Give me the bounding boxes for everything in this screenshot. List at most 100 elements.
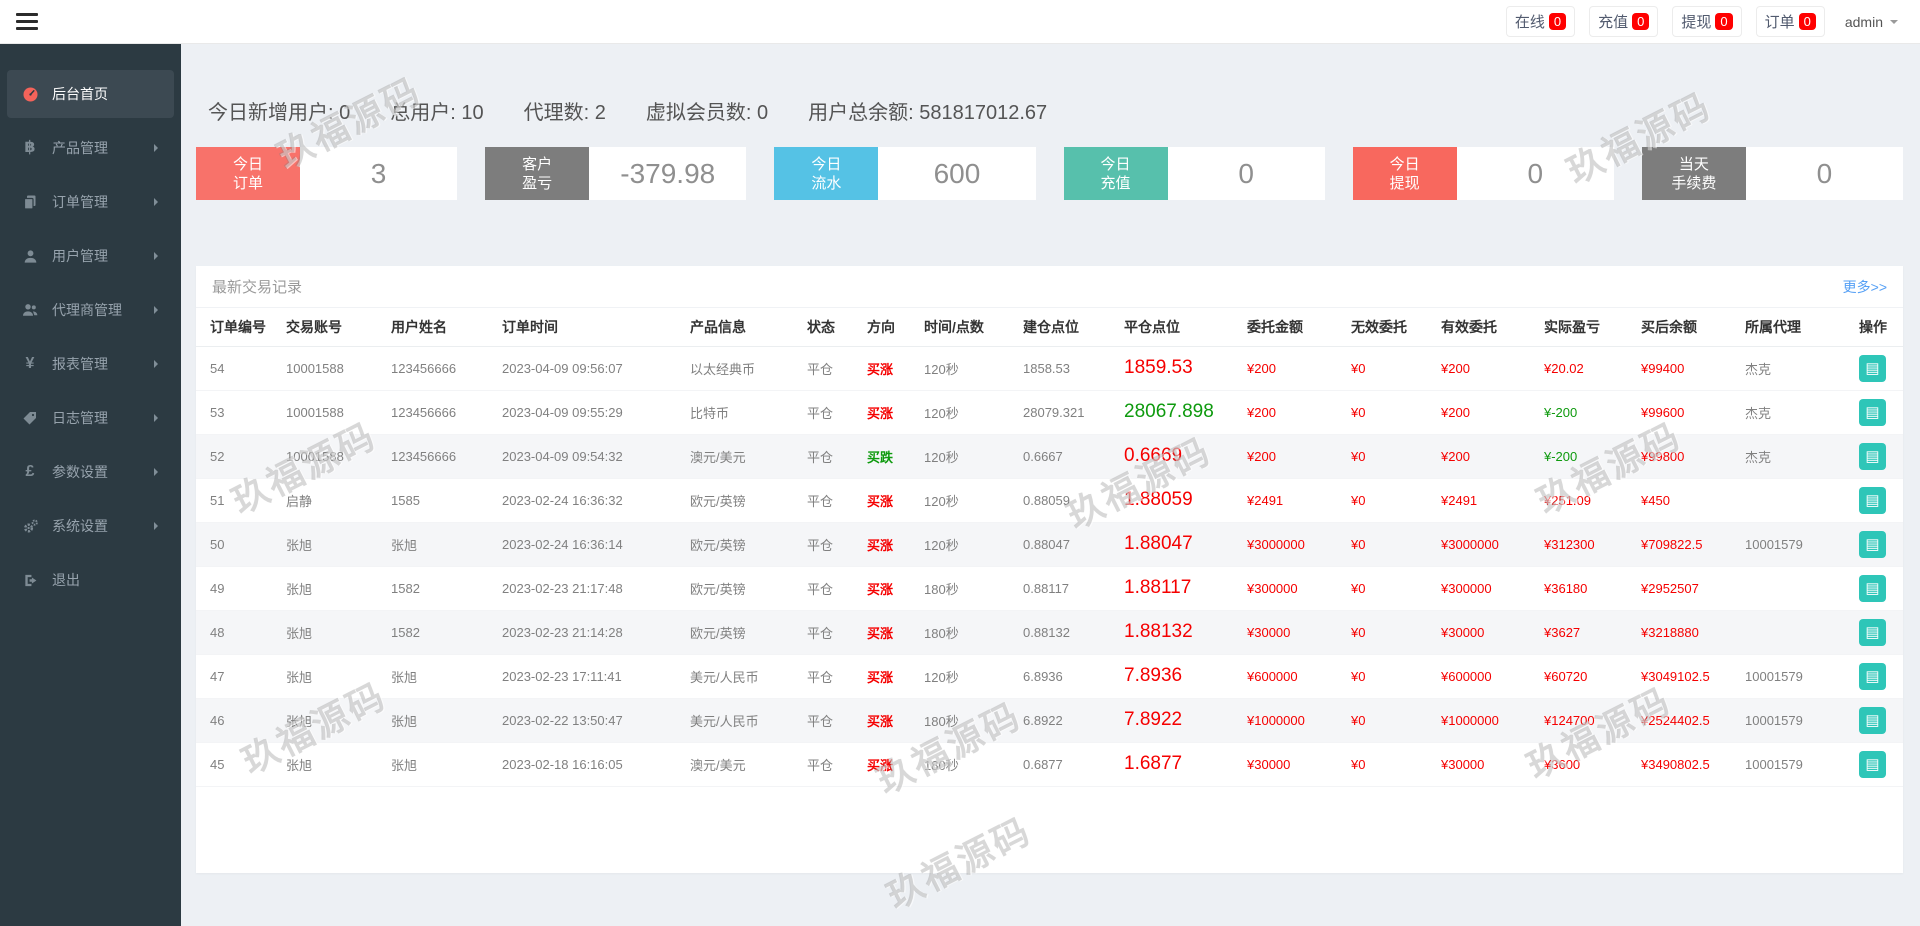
order-detail-button[interactable] <box>1859 442 1886 470</box>
cell-period: 120秒 <box>922 478 1021 523</box>
stat-value: 581817012.67 <box>919 102 1048 124</box>
order-detail-button[interactable] <box>1859 354 1886 382</box>
cell-user-name: 123456666 <box>389 346 500 391</box>
order-detail-button[interactable] <box>1859 662 1886 690</box>
sidebar-item-params[interactable]: £ 参数设置 <box>7 448 174 496</box>
stat-label: 总用户: <box>390 102 456 124</box>
cell-profit: ¥3627 <box>1542 610 1639 655</box>
cell-valid-amount: ¥1000000 <box>1439 698 1542 743</box>
cell-invalid-amount: ¥0 <box>1349 434 1439 479</box>
sidebar-item-products[interactable]: ฿ 产品管理 <box>7 124 174 172</box>
cell-open-point: 1858.53 <box>1021 346 1122 391</box>
cell-agent <box>1743 478 1857 523</box>
card-label: 今日 流水 <box>774 147 879 200</box>
menu-icon[interactable] <box>16 9 38 34</box>
cell-invalid-amount: ¥0 <box>1349 390 1439 435</box>
cell-product: 澳元/美元 <box>688 434 805 479</box>
table-row: 48 张旭 1582 2023-02-23 21:14:28 欧元/英镑 平仓 … <box>196 610 1903 655</box>
cell-profit: ¥124700 <box>1542 698 1639 743</box>
recharge-badge-button[interactable]: 充值 0 <box>1589 6 1659 37</box>
order-detail-button[interactable] <box>1859 706 1886 734</box>
table-row: 46 张旭 张旭 2023-02-22 13:50:47 美元/人民币 平仓 买… <box>196 698 1903 743</box>
order-detail-button[interactable] <box>1859 574 1886 602</box>
table-row: 47 张旭 张旭 2023-02-23 17:11:41 美元/人民币 平仓 买… <box>196 654 1903 699</box>
cell-status: 平仓 <box>805 698 865 743</box>
sidebar-item-reports[interactable]: ¥ 报表管理 <box>7 340 174 388</box>
sidebar-item-label: 参数设置 <box>52 464 108 480</box>
cell-valid-amount: ¥300000 <box>1439 566 1542 611</box>
cell-account: 启静 <box>284 478 389 523</box>
cell-order-id: 48 <box>196 610 284 655</box>
transactions-panel: 最新交易记录 更多>> 订单编号 交易账号 用户姓名 订单时间 产品信息 状态 方向 时间/点… <box>196 266 1903 873</box>
detail-icon <box>1865 669 1879 684</box>
cell-valid-amount: ¥2491 <box>1439 478 1542 523</box>
user-menu[interactable]: admin <box>1845 14 1898 30</box>
cell-order-id: 52 <box>196 434 284 479</box>
detail-icon <box>1865 405 1879 420</box>
cell-period: 120秒 <box>922 522 1021 567</box>
table-row: 45 张旭 张旭 2023-02-18 16:16:05 澳元/美元 平仓 买涨… <box>196 742 1903 787</box>
order-detail-button[interactable] <box>1859 750 1886 778</box>
cell-order-time: 2023-04-09 09:55:29 <box>500 390 688 435</box>
detail-icon <box>1865 361 1879 376</box>
cell-balance: ¥3218880 <box>1639 610 1743 655</box>
main-content: 今日新增用户: 0 总用户: 10 代理数: 2 虚拟会员数: 0 用户总余额:… <box>181 0 1920 873</box>
cell-close-point: 1.88117 <box>1122 566 1245 611</box>
cell-status: 平仓 <box>805 390 865 435</box>
stat-card: 客户 盈亏 -379.98 <box>485 147 747 200</box>
cell-product: 以太经典币 <box>688 346 805 391</box>
sidebar-item-logout[interactable]: 退出 <box>7 556 174 604</box>
badge-label: 在线 <box>1514 14 1545 31</box>
cell-user-name: 张旭 <box>389 742 500 787</box>
order-detail-button[interactable] <box>1859 486 1886 514</box>
cell-invalid-amount: ¥0 <box>1349 346 1439 391</box>
cell-close-point: 1.88059 <box>1122 478 1245 523</box>
cell-account: 张旭 <box>284 654 389 699</box>
stat-label: 虚拟会员数: <box>645 102 752 124</box>
sidebar-item-orders[interactable]: 订单管理 <box>7 178 174 226</box>
cell-direction: 买涨 <box>865 698 922 743</box>
cell-order-time: 2023-02-23 21:14:28 <box>500 610 688 655</box>
cell-close-point: 0.6669 <box>1122 434 1245 479</box>
cell-period: 120秒 <box>922 434 1021 479</box>
cell-close-point: 7.8936 <box>1122 654 1245 699</box>
cell-order-time: 2023-02-23 21:17:48 <box>500 566 688 611</box>
cell-balance: ¥99600 <box>1639 390 1743 435</box>
sidebar-item-logs[interactable]: 日志管理 <box>7 394 174 442</box>
stat-label: 用户总余额: <box>808 102 914 124</box>
topbar: 在线 0 充值 0 提现 0 订单 0 admin <box>0 0 1920 44</box>
sidebar-item-users[interactable]: 用户管理 <box>7 232 174 280</box>
orders-badge-button[interactable]: 订单 0 <box>1755 6 1825 37</box>
cell-direction: 买涨 <box>865 742 922 787</box>
online-badge-button[interactable]: 在线 0 <box>1505 6 1576 37</box>
cell-profit: ¥36180 <box>1542 566 1639 611</box>
sidebar-item-system[interactable]: 系统设置 <box>7 502 174 550</box>
cell-order-id: 46 <box>196 698 284 743</box>
sidebar-item-label: 订单管理 <box>52 194 108 210</box>
order-detail-button[interactable] <box>1859 530 1886 558</box>
withdraw-badge-button[interactable]: 提现 0 <box>1672 6 1742 37</box>
cell-period: 180秒 <box>922 742 1021 787</box>
order-detail-button[interactable] <box>1859 618 1886 646</box>
detail-icon <box>1865 493 1879 508</box>
badge-label: 提现 <box>1681 14 1712 31</box>
sidebar-item-agents[interactable]: 代理商管理 <box>7 286 174 334</box>
cell-account: 10001588 <box>284 346 389 391</box>
cell-user-name: 张旭 <box>389 698 500 743</box>
column-header: 产品信息 <box>688 308 805 347</box>
stat-value: 10 <box>461 102 484 124</box>
order-detail-button[interactable] <box>1859 398 1886 426</box>
cell-account: 张旭 <box>284 522 389 567</box>
column-header: 委托金额 <box>1245 308 1349 347</box>
cell-profit: ¥-200 <box>1542 434 1639 479</box>
cell-close-point: 1859.53 <box>1122 346 1245 391</box>
cell-period: 180秒 <box>922 698 1021 743</box>
stat-card: 当天 手续费 0 <box>1641 147 1904 200</box>
cell-order-time: 2023-02-24 16:36:14 <box>500 522 688 567</box>
cell-account: 张旭 <box>284 610 389 655</box>
sidebar-item-home[interactable]: 后台首页 <box>7 70 174 118</box>
stat-card: 今日 订单 3 <box>196 147 458 200</box>
cell-invalid-amount: ¥0 <box>1349 566 1439 611</box>
more-link[interactable]: 更多>> <box>1843 277 1887 297</box>
cell-invalid-amount: ¥0 <box>1349 478 1439 523</box>
